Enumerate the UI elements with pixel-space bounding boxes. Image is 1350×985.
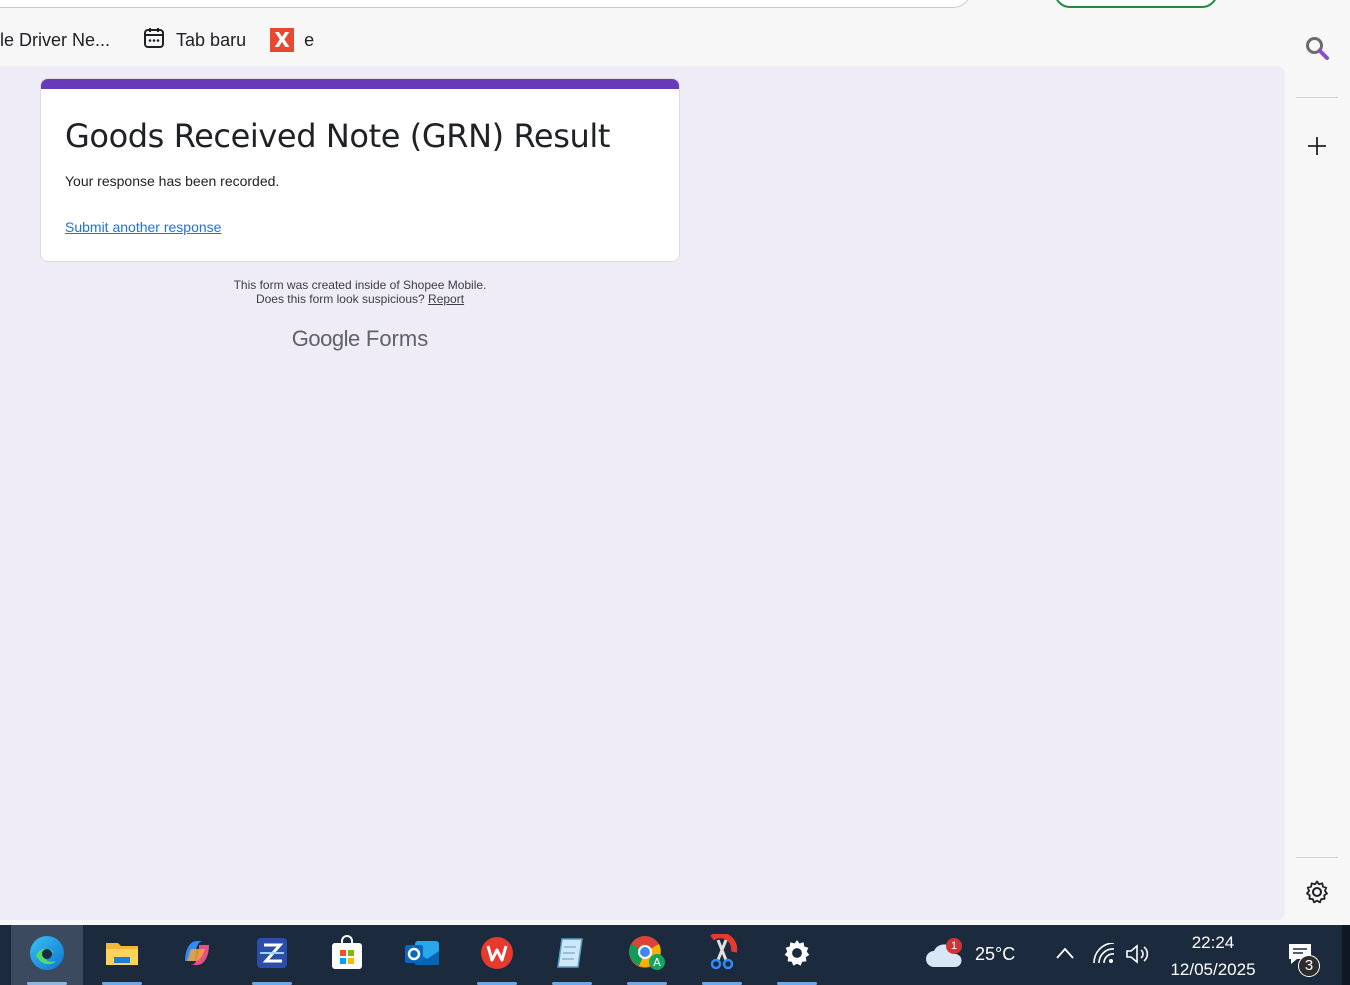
system-clock[interactable]: 22:24 12/05/2025 <box>1160 929 1266 983</box>
taskbar-copilot[interactable] <box>161 925 233 985</box>
taskbar-settings[interactable] <box>761 925 833 985</box>
taskbar-outlook[interactable] <box>386 925 458 985</box>
report-link[interactable]: Report <box>428 292 464 306</box>
form-accent-bar <box>41 79 679 89</box>
settings-icon[interactable] <box>1301 876 1333 908</box>
bookmark-driver[interactable]: le Driver Ne... <box>0 30 110 51</box>
copilot-icon <box>179 935 215 976</box>
taskbar-file-explorer[interactable] <box>86 925 158 985</box>
settings-icon <box>781 937 813 974</box>
bookmark-label: Tab baru <box>176 29 247 50</box>
edge-icon <box>28 934 66 977</box>
footer-line2: Does this form look suspicious? Report <box>40 292 680 306</box>
clock-time: 22:24 <box>1191 933 1235 952</box>
page-content: Goods Received Note (GRN) Result Your re… <box>0 66 1285 920</box>
cloud-icon <box>924 944 964 975</box>
confirmation-message: Your response has been recorded. <box>65 173 280 189</box>
wifi-icon[interactable] <box>1092 942 1116 970</box>
taskbar-notepad[interactable] <box>536 925 608 985</box>
svg-text:A: A <box>653 956 661 969</box>
volume-icon[interactable] <box>1124 943 1150 970</box>
form-result-card: Goods Received Note (GRN) Result Your re… <box>40 78 680 262</box>
sidebar-divider <box>1296 97 1338 98</box>
footer-question: Does this form look suspicious? <box>255 292 425 306</box>
temperature[interactable]: 25°C <box>975 944 1015 965</box>
plus-icon[interactable] <box>1301 130 1333 162</box>
sidebar-divider <box>1296 857 1338 858</box>
show-desktop[interactable] <box>1342 925 1350 985</box>
bookmark-label: e <box>304 29 315 50</box>
scanner-icon <box>254 935 290 976</box>
form-title: Goods Received Note (GRN) Result <box>65 117 610 155</box>
address-bar[interactable] <box>0 0 972 8</box>
bookmarks-bar: le Driver Ne... Tab baru X e <box>0 20 338 60</box>
bookmark-tab-baru[interactable]: Tab baru <box>142 26 246 55</box>
taskbar-chrome[interactable]: A <box>611 925 683 985</box>
taskbar-snipping-tool[interactable] <box>686 925 758 985</box>
browser-toolbar <box>0 0 1350 14</box>
notification-count: 3 <box>1298 955 1320 977</box>
taskbar-edge[interactable] <box>11 925 83 985</box>
bookmark-label: le Driver Ne... <box>0 29 111 50</box>
submit-another-link[interactable]: Submit another response <box>65 219 221 235</box>
calendar-tab-icon <box>142 26 176 55</box>
outlook-icon <box>403 935 441 976</box>
footer-line1: This form was created inside of Shopee M… <box>233 278 487 292</box>
weather-widget[interactable]: 1 <box>924 938 964 976</box>
taskbar-store[interactable] <box>311 925 383 985</box>
form-footer-note: This form was created inside of Shopee M… <box>40 278 680 306</box>
chrome-icon: A <box>627 934 667 977</box>
google-forms-logo[interactable]: Google Forms <box>40 326 680 352</box>
notification-center[interactable]: 3 <box>1286 941 1320 977</box>
bookmark-x[interactable]: X e <box>270 28 314 52</box>
snipping-tool-icon <box>704 931 740 977</box>
file-explorer-icon <box>104 937 140 974</box>
taskbar-scanner[interactable] <box>236 925 308 985</box>
notepad-icon <box>554 935 590 976</box>
taskbar-wps[interactable] <box>461 925 533 985</box>
google-wordmark: Google <box>291 326 360 351</box>
clock-date: 12/05/2025 <box>1170 960 1256 979</box>
chevron-up-icon[interactable] <box>1055 945 1075 966</box>
browser-sidebar <box>1285 14 1350 920</box>
wps-icon <box>479 935 515 976</box>
search-icon[interactable] <box>1301 32 1333 64</box>
store-icon <box>329 934 365 976</box>
forms-wordmark: Forms <box>365 326 429 351</box>
toolbar-green-button[interactable] <box>1054 0 1218 8</box>
x-logo-icon: X <box>270 28 295 52</box>
windows-taskbar: A 1 25°C 22:24 12/05/2025 3 <box>0 925 1350 985</box>
weather-badge: 1 <box>946 938 962 954</box>
